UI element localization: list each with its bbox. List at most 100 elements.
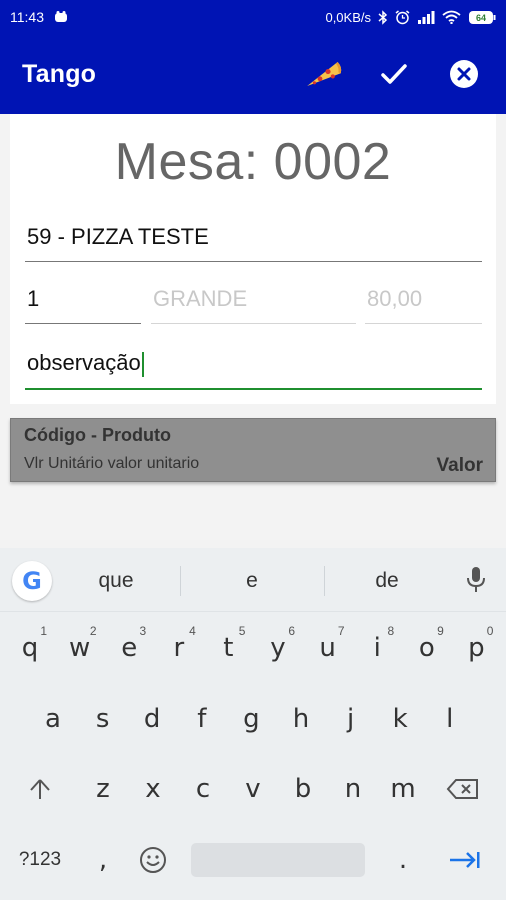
key-d[interactable]: d (127, 689, 177, 749)
suggestion-1[interactable]: que (66, 569, 166, 593)
price-field: 80,00 (365, 286, 482, 324)
battery-level: 64 (476, 13, 486, 23)
pizza-icon[interactable] (304, 54, 344, 94)
key-letter: y (270, 633, 286, 663)
suggestion-3[interactable]: de (337, 569, 437, 593)
observation-value: observação (27, 350, 141, 375)
key-number-hint: 7 (337, 624, 345, 638)
price-field-underline (365, 323, 482, 324)
list-header-subtitle: Vlr Unitário valor unitario (24, 455, 200, 472)
close-circle-icon[interactable] (444, 54, 484, 94)
status-time: 11:43 (10, 9, 44, 25)
key-p[interactable]: p0 (451, 618, 501, 678)
key-j[interactable]: j (326, 689, 376, 749)
key-letter: p (468, 633, 485, 663)
key-f[interactable]: f (177, 689, 227, 749)
key-number-hint: 2 (89, 624, 97, 638)
suggestion-divider (180, 566, 181, 596)
key-number-hint: 3 (139, 624, 147, 638)
soft-keyboard: G que e de q1w2e3r4t5y6u7i8o9p0 asdfghjk… (0, 548, 506, 900)
key-s[interactable]: s (78, 689, 128, 749)
order-item-form: Mesa: 0002 59 - PIZZA TESTE 1 GRANDE 80,… (10, 114, 496, 404)
suggestion-strip: G que e de (0, 548, 506, 612)
key-k[interactable]: k (375, 689, 425, 749)
product-field[interactable]: 59 - PIZZA TESTE (25, 224, 482, 262)
key-letter: q (21, 633, 39, 663)
key-letter: r (173, 633, 185, 663)
key-b[interactable]: b (278, 759, 328, 819)
items-list-header: Código - Produto Vlr Unitário valor unit… (10, 418, 496, 482)
key-m[interactable]: m (378, 759, 428, 819)
key-w[interactable]: w2 (55, 618, 105, 678)
next-field-key-icon[interactable] (440, 830, 490, 890)
key-letter: u (319, 633, 336, 663)
key-number-hint: 8 (387, 624, 395, 638)
key-letter: e (121, 633, 138, 663)
notification-app-icon (54, 11, 68, 23)
key-e[interactable]: e3 (104, 618, 154, 678)
product-value: 59 - PIZZA TESTE (27, 224, 209, 249)
check-icon[interactable] (374, 54, 414, 94)
key-q[interactable]: q1 (5, 618, 55, 678)
quantity-value: 1 (27, 286, 40, 311)
period-key[interactable]: . (378, 830, 428, 890)
wifi-icon (442, 10, 461, 24)
signal-icon (417, 10, 435, 24)
key-a[interactable]: a (28, 689, 78, 749)
key-number-hint: 9 (437, 624, 444, 638)
key-letter: o (418, 633, 435, 663)
alarm-icon (395, 9, 410, 25)
key-g[interactable]: g (226, 689, 276, 749)
observation-field[interactable]: observação (25, 350, 482, 390)
status-bar: 11:43 0,0KB/s 64 (0, 0, 506, 34)
quantity-field[interactable]: 1 (25, 286, 141, 324)
space-bar[interactable] (191, 843, 365, 877)
battery-icon: 64 (468, 10, 496, 25)
list-header-title: Código - Produto (24, 425, 171, 445)
key-number-hint: 1 (40, 624, 47, 638)
product-field-underline (25, 261, 482, 262)
key-letter: w (68, 633, 91, 663)
suggestion-2[interactable]: e (202, 569, 302, 593)
key-o[interactable]: o9 (402, 618, 452, 678)
price-value: 80,00 (367, 286, 423, 311)
key-r[interactable]: r4 (154, 618, 204, 678)
key-number-hint: 6 (288, 624, 295, 638)
key-t[interactable]: t5 (203, 618, 253, 678)
key-n[interactable]: n (328, 759, 378, 819)
emoji-key-icon[interactable] (128, 830, 178, 890)
key-x[interactable]: x (128, 759, 178, 819)
suggestion-divider (324, 566, 325, 596)
google-icon[interactable]: G (12, 561, 52, 601)
key-z[interactable]: z (78, 759, 128, 819)
app-bar: Tango (0, 34, 506, 114)
bluetooth-icon (378, 9, 388, 25)
network-speed: 0,0KB/s (325, 9, 371, 25)
observation-field-underline (25, 388, 482, 390)
key-y[interactable]: y6 (253, 618, 303, 678)
key-h[interactable]: h (276, 689, 326, 749)
quantity-field-underline (25, 323, 141, 324)
key-u[interactable]: u7 (303, 618, 353, 678)
key-number-hint: 4 (189, 624, 196, 638)
table-number-title: Mesa: 0002 (114, 133, 392, 191)
key-number-hint: 0 (486, 624, 494, 638)
symbols-key[interactable]: ?123 (15, 830, 65, 890)
backspace-key-icon[interactable] (438, 759, 488, 819)
key-letter: t (223, 633, 234, 663)
key-letter: i (373, 633, 381, 663)
size-field: GRANDE (151, 286, 356, 324)
key-i[interactable]: i8 (352, 618, 402, 678)
key-number-hint: 5 (238, 624, 246, 638)
comma-key[interactable]: , (78, 830, 128, 890)
text-cursor (141, 351, 144, 377)
key-c[interactable]: c (178, 759, 228, 819)
size-field-underline (151, 323, 356, 324)
app-title: Tango (22, 59, 97, 88)
microphone-icon[interactable] (466, 566, 486, 599)
list-header-value: Valor (436, 455, 483, 476)
key-v[interactable]: v (228, 759, 278, 819)
key-l[interactable]: l (425, 689, 475, 749)
shift-key-icon[interactable] (15, 759, 65, 819)
size-value: GRANDE (153, 286, 248, 311)
